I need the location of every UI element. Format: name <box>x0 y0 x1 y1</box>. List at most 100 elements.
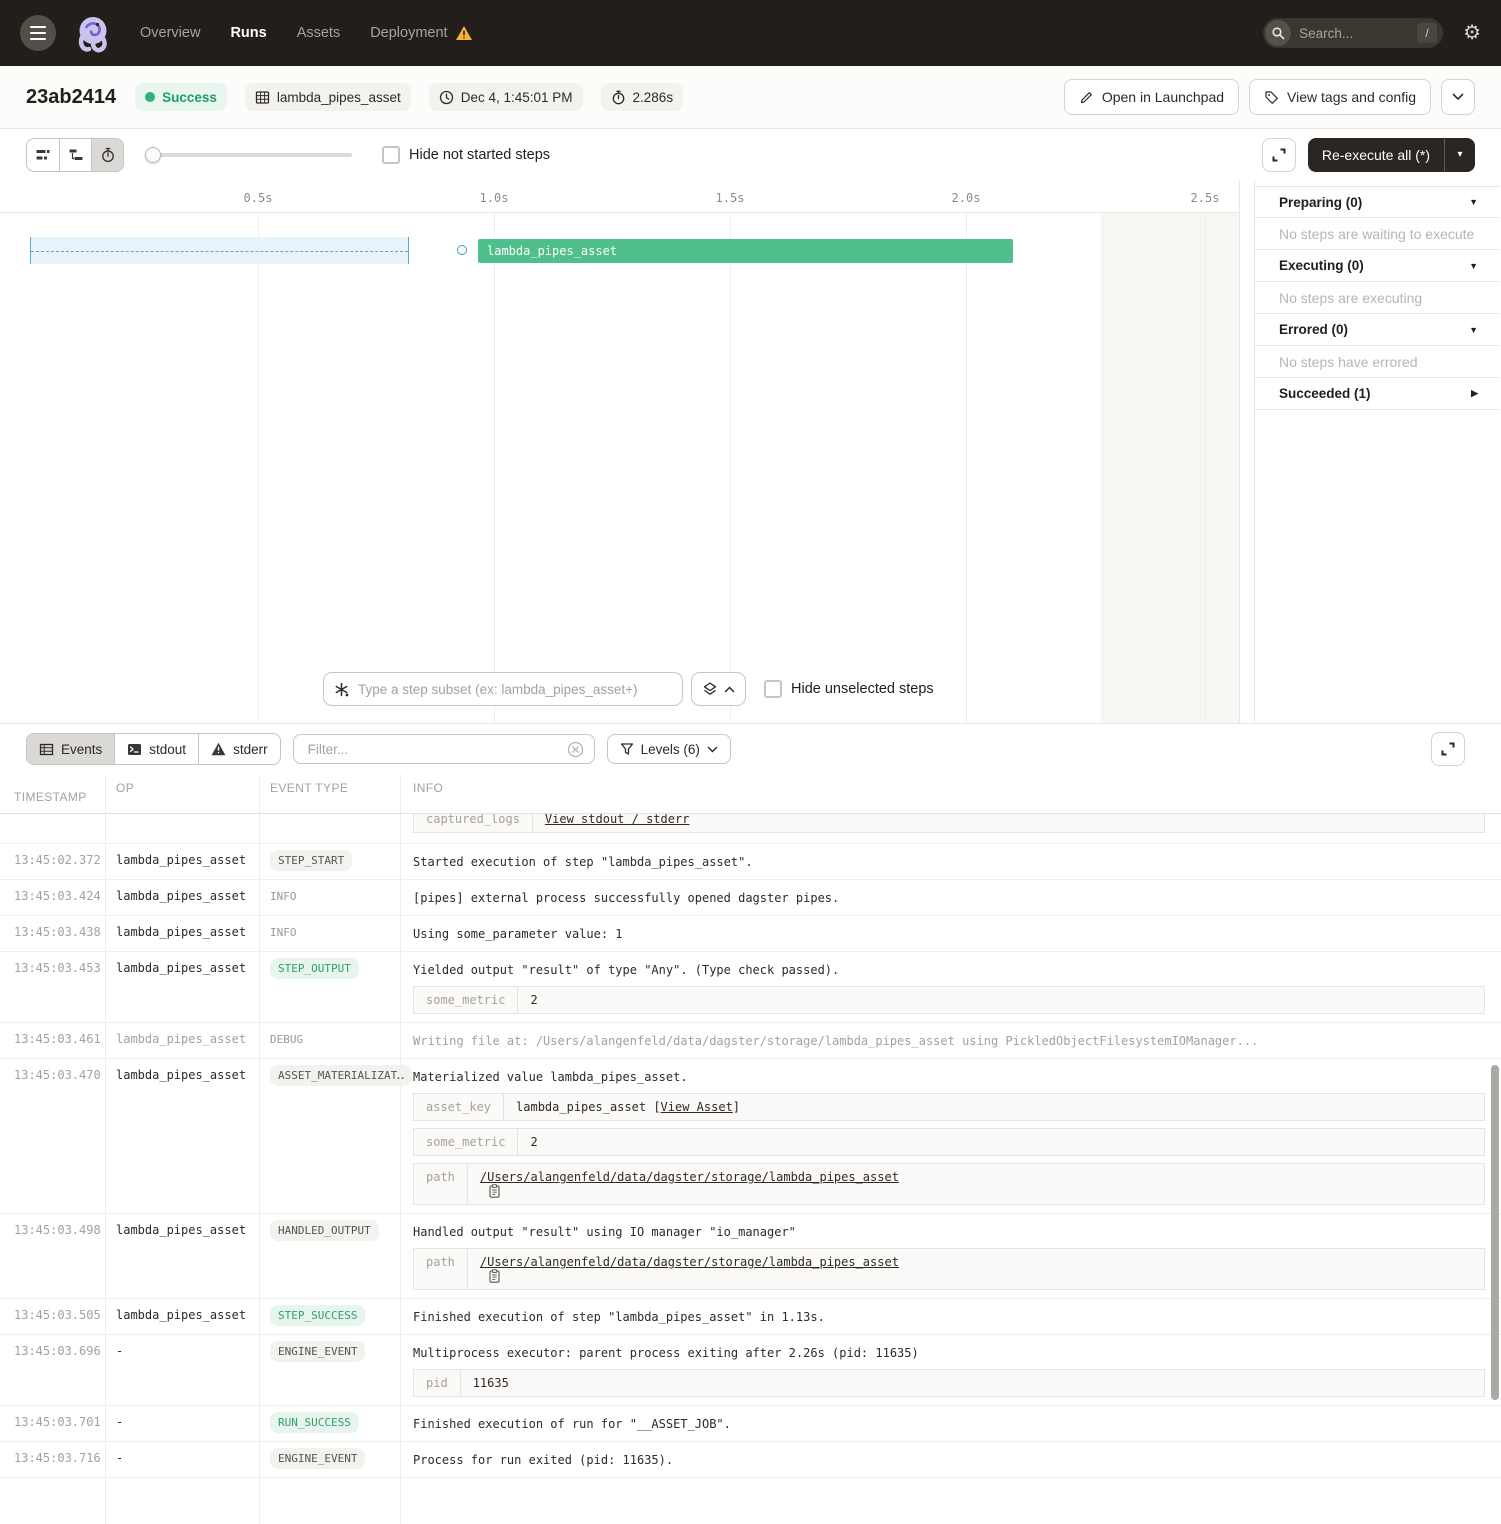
metadata-key: asset_key <box>414 1094 504 1120</box>
main-nav: Overview Runs Assets Deployment <box>140 25 473 41</box>
log-message: Started execution of step "lambda_pipes_… <box>413 852 1485 871</box>
run-actions-dropdown-button[interactable] <box>1441 79 1475 115</box>
section-preparing[interactable]: Preparing (0)▼ <box>1255 186 1500 218</box>
log-message: Using some_parameter value: 1 <box>413 924 1485 943</box>
log-row[interactable]: 13:45:03.424lambda_pipes_assetINFO[pipes… <box>0 880 1501 916</box>
event-type-tag: ENGINE_EVENT <box>270 1448 365 1469</box>
section-succeeded[interactable]: Succeeded (1)▶ <box>1255 378 1500 410</box>
log-timestamp: 13:45:03.453 <box>0 952 105 1022</box>
hide-not-started-checkbox[interactable] <box>382 146 400 164</box>
log-timestamp: 13:45:03.716 <box>0 1442 105 1477</box>
log-row[interactable]: 13:45:03.438lambda_pipes_assetINFOUsing … <box>0 916 1501 952</box>
log-message: [pipes] external process successfully op… <box>413 888 1485 907</box>
zoom-slider[interactable] <box>146 147 352 163</box>
tab-stderr[interactable]: stderr <box>198 734 280 764</box>
log-row[interactable]: 13:45:03.716-ENGINE_EVENTProcess for run… <box>0 1442 1501 1478</box>
hide-not-started-checkbox-row[interactable]: Hide not started steps <box>382 146 550 164</box>
logs-fullscreen-button[interactable] <box>1431 732 1465 766</box>
step-subset-field[interactable] <box>323 672 683 706</box>
tab-events[interactable]: Events <box>27 734 114 764</box>
log-row[interactable]: 13:45:03.505lambda_pipes_assetSTEP_SUCCE… <box>0 1299 1501 1335</box>
log-timestamp: 13:45:03.701 <box>0 1406 105 1441</box>
nav-runs[interactable]: Runs <box>230 25 266 41</box>
search-icon <box>1265 20 1291 46</box>
metadata-key: path <box>414 1164 468 1204</box>
hide-unselected-checkbox-row[interactable]: Hide unselected steps <box>760 678 938 700</box>
view-waterfall-icon[interactable] <box>59 139 91 171</box>
settings-gear-icon[interactable]: ⚙ <box>1463 23 1481 43</box>
column-event-type: EVENT TYPE <box>259 774 400 813</box>
column-info: INFO <box>400 774 1501 813</box>
nav-assets[interactable]: Assets <box>297 25 341 41</box>
view-timing-icon[interactable] <box>91 139 123 171</box>
log-row[interactable]: 13:45:03.498lambda_pipes_assetHANDLED_OU… <box>0 1214 1501 1299</box>
log-message: Multiprocess executor: parent process ex… <box>413 1343 1485 1362</box>
log-row[interactable]: 13:45:03.701-RUN_SUCCESSFinished executi… <box>0 1406 1501 1442</box>
copy-icon[interactable] <box>488 1269 501 1283</box>
hamburger-menu-button[interactable] <box>20 15 56 51</box>
metadata-entry: path/Users/alangenfeld/data/dagster/stor… <box>413 1248 1485 1290</box>
nav-deployment[interactable]: Deployment <box>370 25 472 41</box>
metadata-key: captured_logs <box>414 814 533 832</box>
caret-right-icon: ▶ <box>1471 388 1478 399</box>
gantt-fullscreen-button[interactable] <box>1262 138 1296 172</box>
log-row[interactable]: captured_logs View stdout / stderr <box>0 814 1501 844</box>
event-type-tag: HANDLED_OUTPUT <box>270 1220 379 1241</box>
metadata-link[interactable]: View Asset <box>661 1100 733 1114</box>
log-timestamp: 13:45:03.438 <box>0 916 105 951</box>
levels-filter-button[interactable]: Levels (6) <box>607 734 731 764</box>
tab-stdout[interactable]: stdout <box>114 734 198 764</box>
nav-overview[interactable]: Overview <box>140 25 200 41</box>
section-executing[interactable]: Executing (0)▼ <box>1255 250 1500 282</box>
clear-filter-icon[interactable] <box>567 741 584 758</box>
log-row[interactable]: 13:45:03.696-ENGINE_EVENTMultiprocess ex… <box>0 1335 1501 1406</box>
copy-icon[interactable] <box>488 1184 501 1198</box>
reexecute-all-button[interactable]: Re-execute all (*) <box>1308 138 1444 172</box>
gantt-step-bar[interactable]: lambda_pipes_asset <box>478 239 1013 263</box>
step-subset-input[interactable] <box>356 681 672 698</box>
section-errored[interactable]: Errored (0)▼ <box>1255 314 1500 346</box>
open-in-launchpad-button[interactable]: Open in Launchpad <box>1064 79 1239 115</box>
metadata-key: some_metric <box>414 987 518 1013</box>
view-flat-icon[interactable] <box>27 139 59 171</box>
reexecute-split-button: Re-execute all (*) ▾ <box>1308 138 1475 172</box>
gantt-offrange-region <box>1101 213 1239 723</box>
metadata-link[interactable]: View stdout / stderr <box>545 814 690 826</box>
log-filter-input[interactable] <box>306 741 567 758</box>
reexecute-dropdown-caret[interactable]: ▾ <box>1445 138 1475 172</box>
log-info: Yielded output "result" of type "Any". (… <box>400 952 1501 1022</box>
log-row[interactable]: 13:45:02.372lambda_pipes_assetSTEP_START… <box>0 844 1501 880</box>
dagster-logo-icon[interactable] <box>72 12 114 54</box>
view-tags-config-button[interactable]: View tags and config <box>1249 79 1431 115</box>
hide-unselected-checkbox[interactable] <box>764 680 782 698</box>
chevron-down-icon <box>1452 93 1464 101</box>
zoom-slider-handle[interactable] <box>145 147 161 163</box>
section-executing-empty: No steps are executing <box>1255 282 1500 314</box>
global-search[interactable]: / <box>1263 18 1443 48</box>
metadata-link[interactable]: /Users/alangenfeld/data/dagster/storage/… <box>480 1255 899 1269</box>
caret-down-icon: ▼ <box>1469 261 1478 271</box>
search-input[interactable] <box>1291 26 1417 41</box>
job-name-tag[interactable]: lambda_pipes_asset <box>245 83 411 111</box>
section-preparing-empty: No steps are waiting to execute <box>1255 218 1500 250</box>
log-event-type: ASSET_MATERIALIZAT… <box>259 1059 400 1213</box>
log-info: Started execution of step "lambda_pipes_… <box>400 844 1501 879</box>
gantt-preparing-range <box>30 237 409 264</box>
log-op: lambda_pipes_asset <box>105 1023 259 1058</box>
metadata-entry: path/Users/alangenfeld/data/dagster/stor… <box>413 1163 1485 1205</box>
log-row[interactable]: 13:45:03.461lambda_pipes_assetDEBUGWriti… <box>0 1023 1501 1059</box>
search-shortcut-key: / <box>1417 23 1437 43</box>
metadata-entry: captured_logs View stdout / stderr <box>413 814 1485 833</box>
logs-scrollbar-thumb[interactable] <box>1491 1065 1499 1400</box>
log-message: Yielded output "result" of type "Any". (… <box>413 960 1485 979</box>
metadata-link[interactable]: /Users/alangenfeld/data/dagster/storage/… <box>480 1170 899 1184</box>
log-op: lambda_pipes_asset <box>105 916 259 951</box>
log-filter-field[interactable] <box>293 734 595 764</box>
stopwatch-icon <box>611 90 626 105</box>
log-event-type: RUN_SUCCESS <box>259 1406 400 1441</box>
graph-query-toggle-button[interactable] <box>691 672 746 706</box>
metadata-entry: some_metric2 <box>413 986 1485 1014</box>
log-row[interactable]: 13:45:03.470lambda_pipes_assetASSET_MATE… <box>0 1059 1501 1214</box>
log-timestamp: 13:45:03.461 <box>0 1023 105 1058</box>
log-row[interactable]: 13:45:03.453lambda_pipes_assetSTEP_OUTPU… <box>0 952 1501 1023</box>
